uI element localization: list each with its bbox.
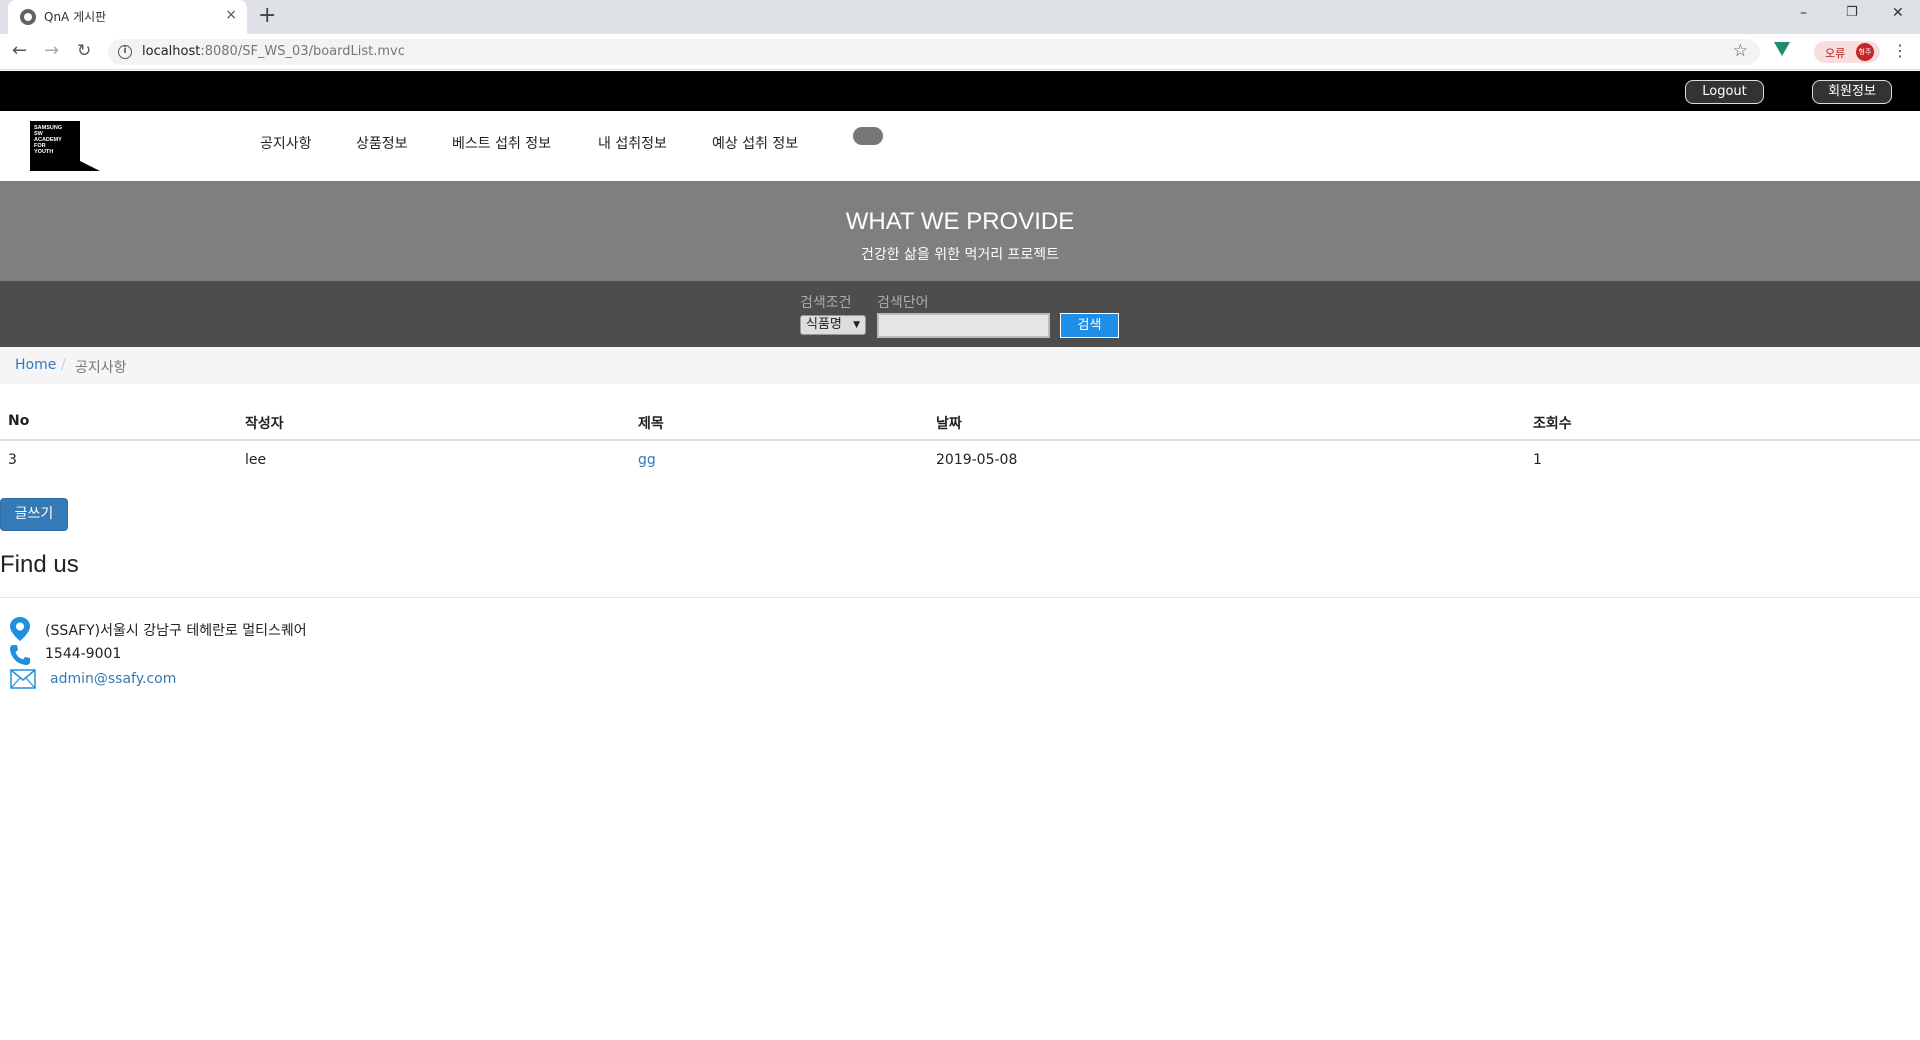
column-header-writer: 작성자 [245, 416, 284, 432]
footer-divider [0, 597, 1920, 598]
column-header-no: No [8, 413, 30, 429]
nav-notice[interactable]: 공지사항 [260, 133, 312, 153]
nav-my-intake[interactable]: 내 섭취정보 [598, 133, 667, 153]
write-post-button[interactable]: 글쓰기 [0, 498, 68, 531]
column-header-date: 날짜 [936, 416, 962, 432]
browser-tab[interactable]: QnA 게시판 × [8, 0, 247, 34]
profile-avatar: 형주 [1856, 43, 1874, 61]
error-label: 오류 [1825, 47, 1846, 60]
nav-toggle-button[interactable] [853, 127, 883, 145]
column-header-views: 조회수 [1533, 416, 1572, 432]
hero-subtitle: 건강한 삶을 위한 먹거리 프로젝트 [860, 247, 1060, 263]
find-us-title: Find us [0, 551, 79, 578]
search-keyword-label: 검색단어 [877, 295, 929, 311]
nav-best-intake[interactable]: 베스트 섭취 정보 [452, 133, 551, 153]
new-tab-button[interactable]: + [258, 3, 276, 29]
globe-icon [20, 9, 36, 25]
star-icon[interactable]: ☆ [1733, 41, 1748, 61]
breadcrumb: Home / 공지사항 [0, 347, 1920, 384]
logo-line: YOUTH [34, 149, 54, 155]
tab-title: QnA 게시판 [44, 10, 107, 24]
url-text: localhost:8080/SF_WS_03/boardList.mvc [142, 44, 405, 59]
logout-button[interactable]: Logout [1685, 80, 1764, 104]
breadcrumb-current: 공지사항 [75, 360, 127, 376]
search-panel: 검색조건 검색단어 식품명 ▼ 검색 [0, 281, 1920, 347]
minimize-icon[interactable]: – [1800, 5, 1807, 21]
search-condition-label: 검색조건 [800, 295, 852, 311]
logo-text: SAMSUNG SW ACADEMY FOR YOUTH [34, 125, 62, 155]
footer-phone: 1544-9001 [45, 646, 122, 662]
map-pin-icon [10, 617, 30, 641]
top-bar: Logout 회원정보 [0, 71, 1920, 111]
url-host: localhost [142, 44, 201, 59]
table-header-divider [0, 439, 1920, 441]
post-title-link[interactable]: gg [638, 452, 656, 468]
vue-devtools-icon[interactable] [1774, 42, 1790, 56]
footer-email-link[interactable]: admin@ssafy.com [50, 671, 176, 687]
caret-down-icon: ▼ [853, 320, 860, 330]
tab-close-icon[interactable]: × [225, 7, 237, 23]
cell-no: 3 [8, 452, 17, 468]
search-condition-select[interactable]: 식품명 ▼ [800, 315, 866, 335]
nav-product-info[interactable]: 상품정보 [356, 133, 408, 153]
menu-dots-icon[interactable]: ⋮ [1892, 41, 1908, 61]
main-navbar: SAMSUNG SW ACADEMY FOR YOUTH 공지사항 상품정보 베… [0, 111, 1920, 181]
back-arrow-icon[interactable]: ← [12, 41, 27, 61]
cell-views: 1 [1533, 452, 1542, 468]
profile-error-button[interactable]: 오류 형주 [1814, 41, 1880, 63]
url-field[interactable]: i localhost:8080/SF_WS_03/boardList.mvc … [108, 39, 1760, 65]
column-header-title: 제목 [638, 416, 664, 432]
footer-address: (SSAFY)서울시 강남구 테헤란로 멀티스퀘어 [45, 623, 307, 639]
url-path: :8080/SF_WS_03/boardList.mvc [200, 44, 405, 59]
search-keyword-input[interactable] [877, 313, 1050, 338]
search-button[interactable]: 검색 [1060, 313, 1119, 338]
phone-icon [10, 645, 30, 665]
mail-icon [10, 669, 36, 689]
breadcrumb-home-link[interactable]: Home [15, 357, 56, 373]
info-icon[interactable]: i [118, 45, 132, 59]
ssafy-logo[interactable]: SAMSUNG SW ACADEMY FOR YOUTH [30, 121, 100, 171]
hero-title: WHAT WE PROVIDE [845, 208, 1075, 235]
hero-banner: WHAT WE PROVIDE 건강한 삶을 위한 먹거리 프로젝트 [0, 181, 1920, 281]
cell-writer: lee [245, 452, 267, 468]
nav-expected-intake[interactable]: 예상 섭취 정보 [712, 133, 798, 153]
address-bar: ← → ↻ i localhost:8080/SF_WS_03/boardLis… [0, 34, 1920, 70]
search-condition-value: 식품명 [806, 317, 842, 332]
browser-tab-strip: QnA 게시판 × + – ❐ ✕ [0, 0, 1920, 34]
cell-date: 2019-05-08 [936, 452, 1018, 468]
window-close-icon[interactable]: ✕ [1892, 5, 1904, 21]
reload-icon[interactable]: ↻ [77, 41, 91, 61]
forward-arrow-icon[interactable]: → [44, 41, 59, 61]
restore-icon[interactable]: ❐ [1846, 5, 1858, 21]
member-info-button[interactable]: 회원정보 [1812, 80, 1892, 104]
breadcrumb-separator: / [61, 357, 66, 373]
